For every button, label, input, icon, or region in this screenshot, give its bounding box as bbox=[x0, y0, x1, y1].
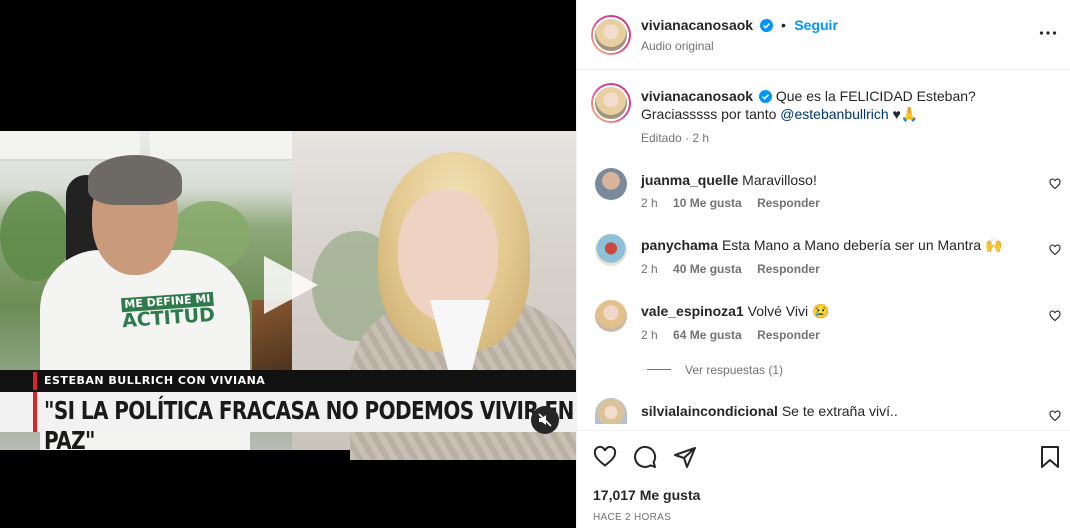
comment-time: 2 h bbox=[641, 196, 658, 210]
comment-bubble-icon[interactable] bbox=[633, 445, 657, 469]
header-author-line: vivianacanosaok • Seguir bbox=[641, 17, 838, 35]
man-hair bbox=[88, 155, 182, 205]
verified-badge-icon bbox=[758, 90, 772, 103]
follow-button[interactable]: Seguir bbox=[794, 17, 838, 33]
lower-third-name: ESTEBAN BULLRICH CON VIVIANA bbox=[44, 374, 266, 387]
author-avatar[interactable] bbox=[591, 15, 631, 55]
like-comment-heart-icon[interactable] bbox=[1049, 410, 1061, 422]
like-heart-icon[interactable] bbox=[593, 445, 617, 469]
comment-meta: 2 h 40 Me gusta Responder bbox=[641, 262, 820, 276]
comment-likes[interactable]: 64 Me gusta bbox=[673, 328, 742, 342]
replies-divider bbox=[647, 369, 671, 370]
caption-text-prefix: Graciasssss por tanto bbox=[641, 106, 781, 122]
like-comment-heart-icon[interactable] bbox=[1049, 310, 1061, 322]
save-bookmark-icon[interactable] bbox=[1039, 445, 1061, 469]
comment-text: Se te extraña viví.. bbox=[781, 403, 898, 419]
caption-line-2: Graciasssss por tanto @estebanbullrich ♥… bbox=[641, 106, 918, 123]
audio-label[interactable]: Audio original bbox=[641, 39, 714, 53]
commenter-avatar[interactable] bbox=[595, 234, 627, 266]
comment-username[interactable]: panychama bbox=[641, 237, 718, 253]
like-comment-heart-icon[interactable] bbox=[1049, 244, 1061, 256]
caption-meta: Editado · 2 h bbox=[641, 131, 710, 145]
headline-text: "SI LA POLÍTICA FRACASA NO PODEMOS VIVIR… bbox=[44, 395, 574, 455]
muted-speaker-icon bbox=[538, 413, 552, 427]
comment-text: Maravilloso! bbox=[742, 172, 817, 188]
lower-third-accent bbox=[33, 372, 37, 390]
verified-badge-icon bbox=[759, 19, 773, 32]
reply-button[interactable]: Responder bbox=[757, 262, 820, 276]
like-comment-heart-icon[interactable] bbox=[1049, 178, 1061, 190]
shirt-print: ME DEFINE MI ACTITUD bbox=[117, 289, 219, 333]
comment-text: Volvé Vivi 😢 bbox=[747, 303, 830, 319]
post-details-panel: vivianacanosaok • Seguir Audio original … bbox=[576, 0, 1070, 528]
header-separator: • bbox=[780, 17, 786, 33]
comment-line: vale_espinoza1 Volvé Vivi 😢 bbox=[641, 303, 829, 320]
comment-meta: 2 h 64 Me gusta Responder bbox=[641, 328, 820, 342]
comment-username[interactable]: vale_espinoza1 bbox=[641, 303, 744, 319]
caption-text-suffix: ♥🙏 bbox=[888, 106, 919, 122]
caption-author-avatar[interactable] bbox=[591, 83, 631, 123]
reply-button[interactable]: Responder bbox=[757, 328, 820, 342]
play-icon[interactable] bbox=[258, 252, 322, 318]
comment-meta: 2 h 10 Me gusta Responder bbox=[641, 196, 820, 210]
window-blind bbox=[150, 131, 292, 161]
comment-likes[interactable]: 10 Me gusta bbox=[673, 196, 742, 210]
media-panel[interactable]: ME DEFINE MI ACTITUD ESTEBAN BULLRICH CO… bbox=[0, 0, 576, 528]
comment-likes[interactable]: 40 Me gusta bbox=[673, 262, 742, 276]
comment-line: panychama Esta Mano a Mano debería ser u… bbox=[641, 237, 1002, 254]
mute-button[interactable] bbox=[531, 406, 559, 434]
commenter-avatar[interactable] bbox=[595, 300, 627, 332]
comment-text: Esta Mano a Mano debería ser un Mantra 🙌 bbox=[721, 237, 1003, 253]
more-icon[interactable] bbox=[1039, 30, 1057, 36]
likes-count[interactable]: 17,017 Me gusta bbox=[593, 487, 700, 503]
caption-username[interactable]: vivianacanosaok bbox=[641, 88, 753, 104]
comment-username[interactable]: silvialaincondicional bbox=[641, 403, 778, 419]
comment-line: juanma_quelle Maravilloso! bbox=[641, 172, 817, 188]
comment-line: silvialaincondicional Se te extraña viví… bbox=[641, 403, 898, 419]
commenter-avatar[interactable] bbox=[595, 168, 627, 200]
mention-link[interactable]: @estebanbullrich bbox=[780, 106, 888, 122]
post-header: vivianacanosaok • Seguir Audio original bbox=[577, 0, 1070, 70]
post-time-ago: HACE 2 HORAS bbox=[593, 512, 672, 523]
header-username[interactable]: vivianacanosaok bbox=[641, 17, 753, 33]
caption-line-1: vivianacanosaok Que es la FELICIDAD Este… bbox=[641, 88, 976, 104]
post-actions: 17,017 Me gusta HACE 2 HORAS bbox=[577, 430, 1070, 528]
caption-text-line-1: Que es la FELICIDAD Esteban? bbox=[775, 88, 976, 104]
share-send-icon[interactable] bbox=[673, 445, 697, 469]
view-replies-button[interactable]: Ver respuestas (1) bbox=[685, 363, 783, 377]
headline-accent bbox=[33, 392, 37, 432]
comment-username[interactable]: juanma_quelle bbox=[641, 172, 738, 188]
commenter-avatar[interactable] bbox=[595, 398, 627, 424]
comment-time: 2 h bbox=[641, 328, 658, 342]
instagram-post-view: ME DEFINE MI ACTITUD ESTEBAN BULLRICH CO… bbox=[0, 0, 1070, 528]
comment-time: 2 h bbox=[641, 262, 658, 276]
reply-button[interactable]: Responder bbox=[757, 196, 820, 210]
